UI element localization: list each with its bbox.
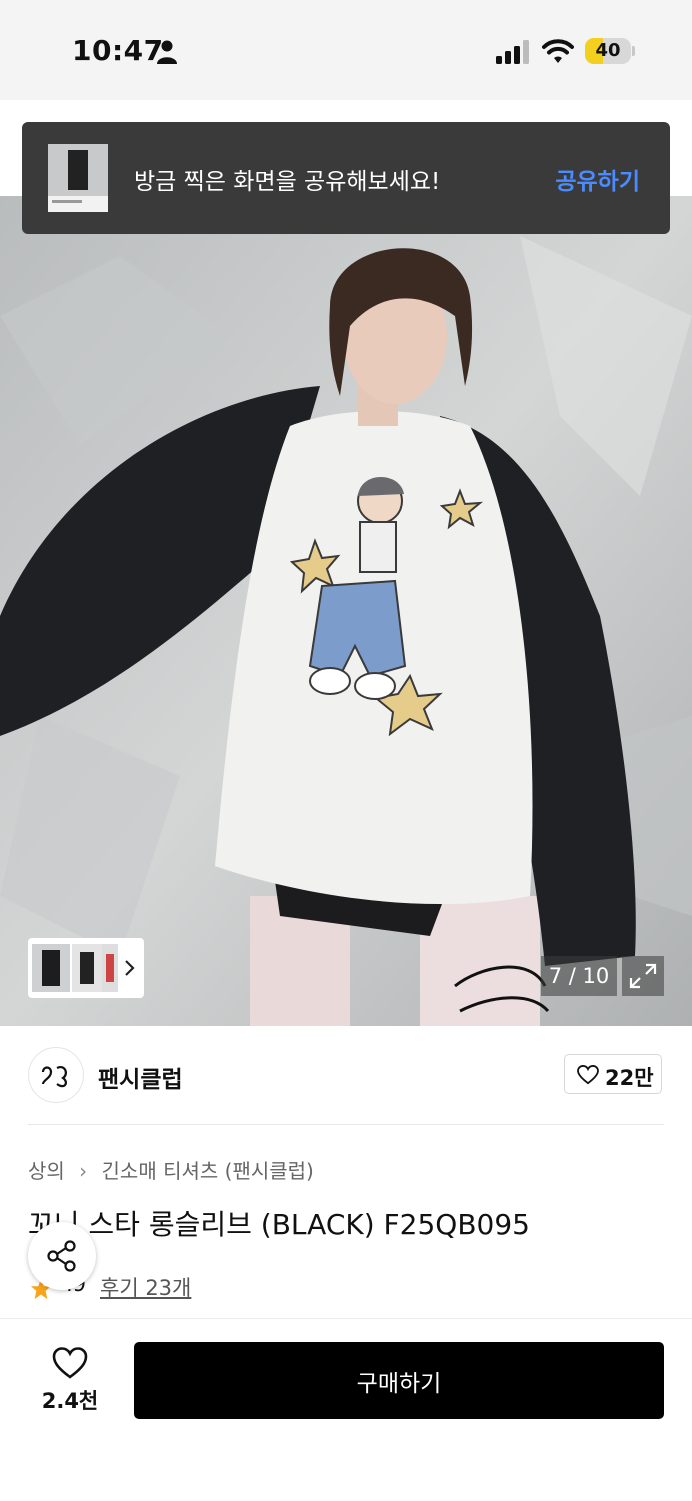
heart-icon xyxy=(577,1065,599,1085)
gallery-thumbnail xyxy=(102,944,118,992)
brand-logo[interactable] xyxy=(28,1047,84,1103)
wishlist-count: 2.4천 xyxy=(41,1389,99,1413)
expand-button[interactable] xyxy=(622,956,664,996)
chevron-right-icon[interactable] xyxy=(122,958,136,978)
brand-name[interactable]: 팬시클럽 xyxy=(98,1060,183,1094)
gallery-thumbnail xyxy=(32,944,70,992)
buy-button[interactable]: 구매하기 xyxy=(134,1342,664,1419)
wishlist-heart-icon[interactable] xyxy=(52,1346,88,1380)
battery-level: 40 xyxy=(595,40,621,61)
breadcrumb-category[interactable]: 상의 xyxy=(28,1159,65,1183)
brand-like-button[interactable]: 22만 xyxy=(564,1054,662,1094)
brand-logo-mark xyxy=(41,1066,67,1088)
reviews-link[interactable]: 후기 23개 xyxy=(100,1272,191,1302)
battery-cap xyxy=(632,46,635,56)
cellular-signal-icon xyxy=(496,40,529,64)
status-bar: 10:47 40 xyxy=(0,0,692,100)
status-time: 10:47 xyxy=(72,34,164,67)
share-screenshot-toast: 방금 찍은 화면을 공유해보세요! 공유하기 xyxy=(22,122,670,234)
breadcrumb: 상의 › 긴소매 티셔츠 (팬시클럽) xyxy=(28,1155,314,1184)
gallery-thumbnail xyxy=(72,944,102,992)
screenshot-thumbnail[interactable] xyxy=(48,144,108,212)
gallery-counter: 7 / 10 xyxy=(541,956,617,996)
share-action-button[interactable]: 공유하기 xyxy=(555,162,640,196)
breadcrumb-subcategory[interactable]: 긴소매 티셔츠 (팬시클럽) xyxy=(102,1159,314,1183)
share-icon xyxy=(47,1240,76,1272)
share-button[interactable] xyxy=(28,1222,96,1290)
screenshot-thumbnail-image xyxy=(48,144,108,212)
person-icon xyxy=(157,40,177,64)
divider xyxy=(28,1124,664,1125)
expand-icon xyxy=(629,963,657,989)
chevron-right-icon: › xyxy=(79,1159,88,1183)
brand-like-count: 22만 xyxy=(605,1066,654,1090)
toast-message: 방금 찍은 화면을 공유해보세요! xyxy=(134,169,441,195)
battery-indicator: 40 xyxy=(585,38,631,64)
wifi-icon xyxy=(542,39,574,63)
product-title: 꼬니 스타 롱슬리브 (BLACK) F25QB095 xyxy=(28,1208,530,1241)
product-image[interactable] xyxy=(0,196,692,1026)
product-photo xyxy=(0,196,692,1026)
